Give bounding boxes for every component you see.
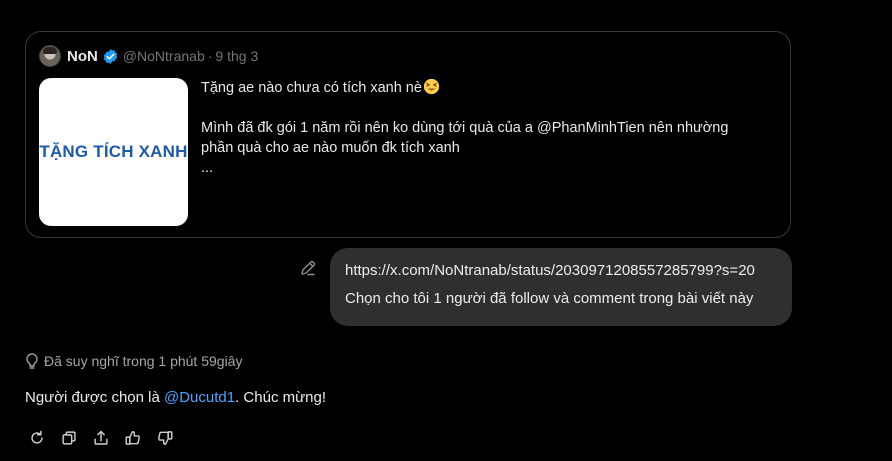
post-header: NoN @NoNtranab · 9 thg 3	[39, 44, 258, 68]
post-text-line-1: Tặng ae nào chưa có tích xanh nè	[201, 78, 781, 98]
assistant-answer: Người được chọn là @Ducutd1. Chúc mừng!	[25, 389, 326, 406]
post-text-paragraph-2-suffix: nên nhường	[644, 120, 729, 136]
pencil-icon[interactable]	[298, 258, 318, 278]
verified-badge-icon	[102, 48, 119, 65]
post-text: Tặng ae nào chưa có tích xanh nè Mình đã…	[201, 78, 781, 178]
post-mention[interactable]: @PhanMinhTien	[537, 120, 645, 136]
post-text-line-1-content: Tặng ae nào chưa có tích xanh nè	[201, 80, 422, 96]
avatar[interactable]	[39, 45, 61, 67]
post-text-paragraph-2-line-2: phần quà cho ae nào muốn đk tích xanh	[201, 140, 460, 156]
answer-mention-link[interactable]: @Ducutd1	[164, 389, 235, 406]
copy-icon[interactable]	[59, 428, 79, 448]
thumbs-up-icon[interactable]	[123, 428, 143, 448]
answer-prefix: Người được chọn là	[25, 389, 164, 406]
post-text-ellipsis: ...	[201, 160, 214, 176]
post-date[interactable]: 9 thg 3	[215, 48, 258, 64]
response-action-bar	[27, 428, 187, 448]
lightbulb-icon	[24, 352, 40, 370]
thinking-label: Đã suy nghĩ trong 1 phút 59giây	[44, 353, 243, 369]
thumbs-down-icon[interactable]	[155, 428, 175, 448]
user-message-text: Chọn cho tôi 1 người đã follow và commen…	[345, 290, 754, 307]
separator-dot: ·	[207, 48, 213, 64]
author-handle[interactable]: @NoNtranab	[123, 48, 205, 64]
user-message-url[interactable]: https://x.com/NoNtranab/status/203097120…	[345, 261, 777, 281]
user-message-bubble: https://x.com/NoNtranab/status/203097120…	[330, 248, 792, 326]
quoted-post-card[interactable]: NoN @NoNtranab · 9 thg 3 TẶNG TÍCH XANH …	[25, 31, 791, 238]
author-display-name[interactable]: NoN	[67, 48, 98, 65]
squinting-face-with-tongue-icon	[423, 78, 440, 95]
answer-suffix: . Chúc mừng!	[235, 389, 327, 406]
post-thumbnail[interactable]: TẶNG TÍCH XANH	[39, 78, 188, 226]
chat-page: NoN @NoNtranab · 9 thg 3 TẶNG TÍCH XANH …	[0, 0, 892, 461]
post-text-paragraph-2-prefix: Mình đã đk gói 1 năm rồi nên ko dùng tới…	[201, 120, 537, 136]
thinking-status[interactable]: Đã suy nghĩ trong 1 phút 59giây	[24, 352, 242, 370]
post-text-paragraph-2: Mình đã đk gói 1 năm rồi nên ko dùng tới…	[201, 118, 781, 138]
thumbnail-text: TẶNG TÍCH XANH	[39, 142, 188, 161]
regenerate-icon[interactable]	[27, 428, 47, 448]
share-icon[interactable]	[91, 428, 111, 448]
